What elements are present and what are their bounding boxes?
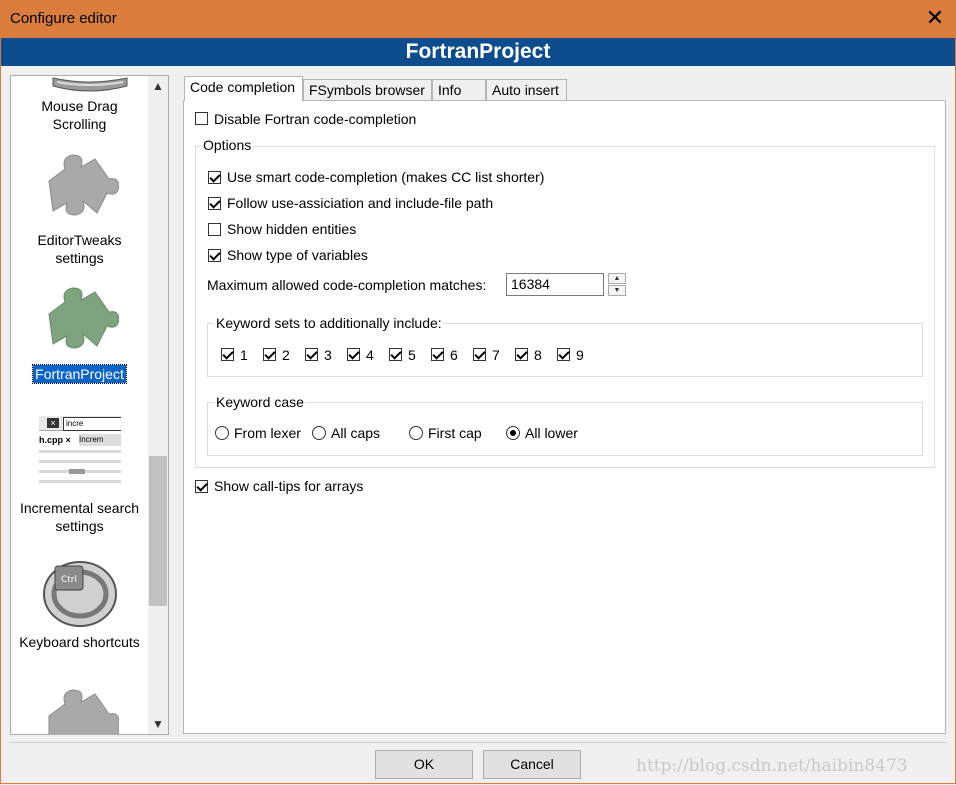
close-icon: × (47, 418, 59, 428)
watermark: http://blog.csdn.net/haibin8473 (636, 756, 908, 776)
scroll-thumb[interactable] (149, 456, 167, 606)
settings-sidebar: Mouse Drag Scrolling EditorTweaks settin… (10, 75, 169, 735)
keyboard-ctrl-icon: Ctrl (43, 561, 117, 627)
keyword-set-checkbox[interactable] (389, 348, 402, 361)
thumbnail-tab: Increm (79, 434, 121, 446)
sidebar-scrollbar[interactable]: ▲ ▼ (148, 76, 168, 734)
keyword-sets-legend: Keyword sets to additionally include: (214, 315, 444, 331)
sidebar-item-label: Keyboard shortcuts (19, 634, 140, 650)
sidebar-item-label: Mouse Drag Scrolling (41, 98, 118, 132)
mouse-drag-icon (52, 77, 128, 92)
scroll-down-icon[interactable]: ▼ (148, 714, 168, 734)
key-cap-label: Ctrl (61, 575, 77, 585)
keyword-set-label: 2 (282, 347, 290, 363)
puzzle-piece-icon (48, 154, 119, 216)
puzzle-piece-icon (48, 689, 119, 734)
smart-cc-label: Use smart code-completion (makes CC list… (227, 169, 545, 185)
show-type-label: Show type of variables (227, 247, 368, 263)
keyword-case-label: All caps (331, 425, 381, 441)
show-hidden-checkbox[interactable] (208, 223, 221, 236)
sidebar-item-label: Incremental search settings (19, 500, 140, 534)
keyword-set-label: 5 (408, 347, 416, 363)
keyword-set-checkbox[interactable] (305, 348, 318, 361)
sidebar-item-mouse-drag[interactable]: Mouse Drag Scrolling (11, 97, 148, 133)
window-title: Configure editor (10, 10, 117, 27)
keyword-case-radio-first-cap[interactable] (409, 426, 423, 440)
sidebar-item-keyboard-shortcuts[interactable]: Keyboard shortcuts (11, 633, 148, 651)
keyword-set-checkbox[interactable] (557, 348, 570, 361)
keyword-set-checkbox[interactable] (263, 348, 276, 361)
footer-divider (9, 742, 946, 743)
keyword-case-label: First cap (428, 425, 482, 441)
follow-use-checkbox[interactable] (208, 197, 221, 210)
window-title-bar: Configure editor ✕ (0, 0, 956, 38)
tab-code-completion[interactable]: Code completion (184, 76, 303, 101)
tab-info[interactable]: Info (432, 79, 486, 100)
spin-up-icon[interactable]: ▲ (608, 273, 626, 284)
keyword-set-checkbox[interactable] (473, 348, 486, 361)
close-icon[interactable]: ✕ (924, 6, 946, 30)
call-tips-label: Show call-tips for arrays (214, 478, 364, 494)
keyword-set-checkbox[interactable] (347, 348, 360, 361)
follow-use-label: Follow use-assiciation and include-file … (227, 195, 494, 211)
spin-down-icon[interactable]: ▼ (608, 285, 626, 296)
keyword-case-radio-from-lexer[interactable] (215, 426, 229, 440)
call-tips-checkbox[interactable] (195, 480, 208, 493)
incremental-search-icon: × incre h.cpp × Increm (39, 414, 121, 494)
max-matches-input[interactable]: 16384 (506, 273, 604, 296)
sidebar-item-incremental-search[interactable]: Incremental search settings (11, 499, 148, 535)
keyword-set-label: 3 (324, 347, 332, 363)
keyword-set-label: 7 (492, 347, 500, 363)
scroll-up-icon[interactable]: ▲ (148, 76, 168, 96)
puzzle-piece-green-icon (48, 287, 119, 349)
keyword-case-radio-all-caps[interactable] (312, 426, 326, 440)
keyword-case-legend: Keyword case (214, 394, 306, 410)
cancel-button[interactable]: Cancel (483, 750, 581, 779)
sidebar-item-label: FortranProject (32, 364, 127, 384)
keyword-case-label: From lexer (234, 425, 301, 441)
keyword-set-checkbox[interactable] (221, 348, 234, 361)
smart-cc-checkbox[interactable] (208, 171, 221, 184)
disable-cc-checkbox[interactable] (195, 112, 208, 125)
keyword-set-label: 8 (534, 347, 542, 363)
thumbnail-tab: h.cpp × (39, 435, 71, 445)
keyword-set-label: 4 (366, 347, 374, 363)
thumbnail-search-text: incre (63, 417, 121, 431)
show-hidden-label: Show hidden entities (227, 221, 357, 237)
tab-auto-insert[interactable]: Auto insert (486, 79, 567, 100)
show-type-checkbox[interactable] (208, 249, 221, 262)
ok-button[interactable]: OK (375, 750, 473, 779)
keyword-case-radio-all-lower[interactable] (506, 426, 520, 440)
sidebar-item-fortranproject[interactable]: FortranProject (11, 364, 148, 384)
sidebar-item-editortweaks[interactable]: EditorTweaks settings (11, 231, 148, 267)
keyword-set-checkbox[interactable] (515, 348, 528, 361)
plugin-header: FortranProject (1, 38, 955, 66)
options-legend: Options (201, 137, 254, 153)
keyword-case-label: All lower (525, 425, 578, 441)
tab-fsymbols-browser[interactable]: FSymbols browser (303, 79, 432, 100)
sidebar-item-label: EditorTweaks settings (37, 232, 122, 266)
max-matches-label: Maximum allowed code-completion matches: (207, 277, 487, 293)
keyword-set-checkbox[interactable] (431, 348, 444, 361)
disable-cc-label: Disable Fortran code-completion (214, 111, 417, 127)
keyword-set-label: 9 (576, 347, 584, 363)
keyword-set-label: 6 (450, 347, 458, 363)
keyword-set-label: 1 (240, 347, 248, 363)
